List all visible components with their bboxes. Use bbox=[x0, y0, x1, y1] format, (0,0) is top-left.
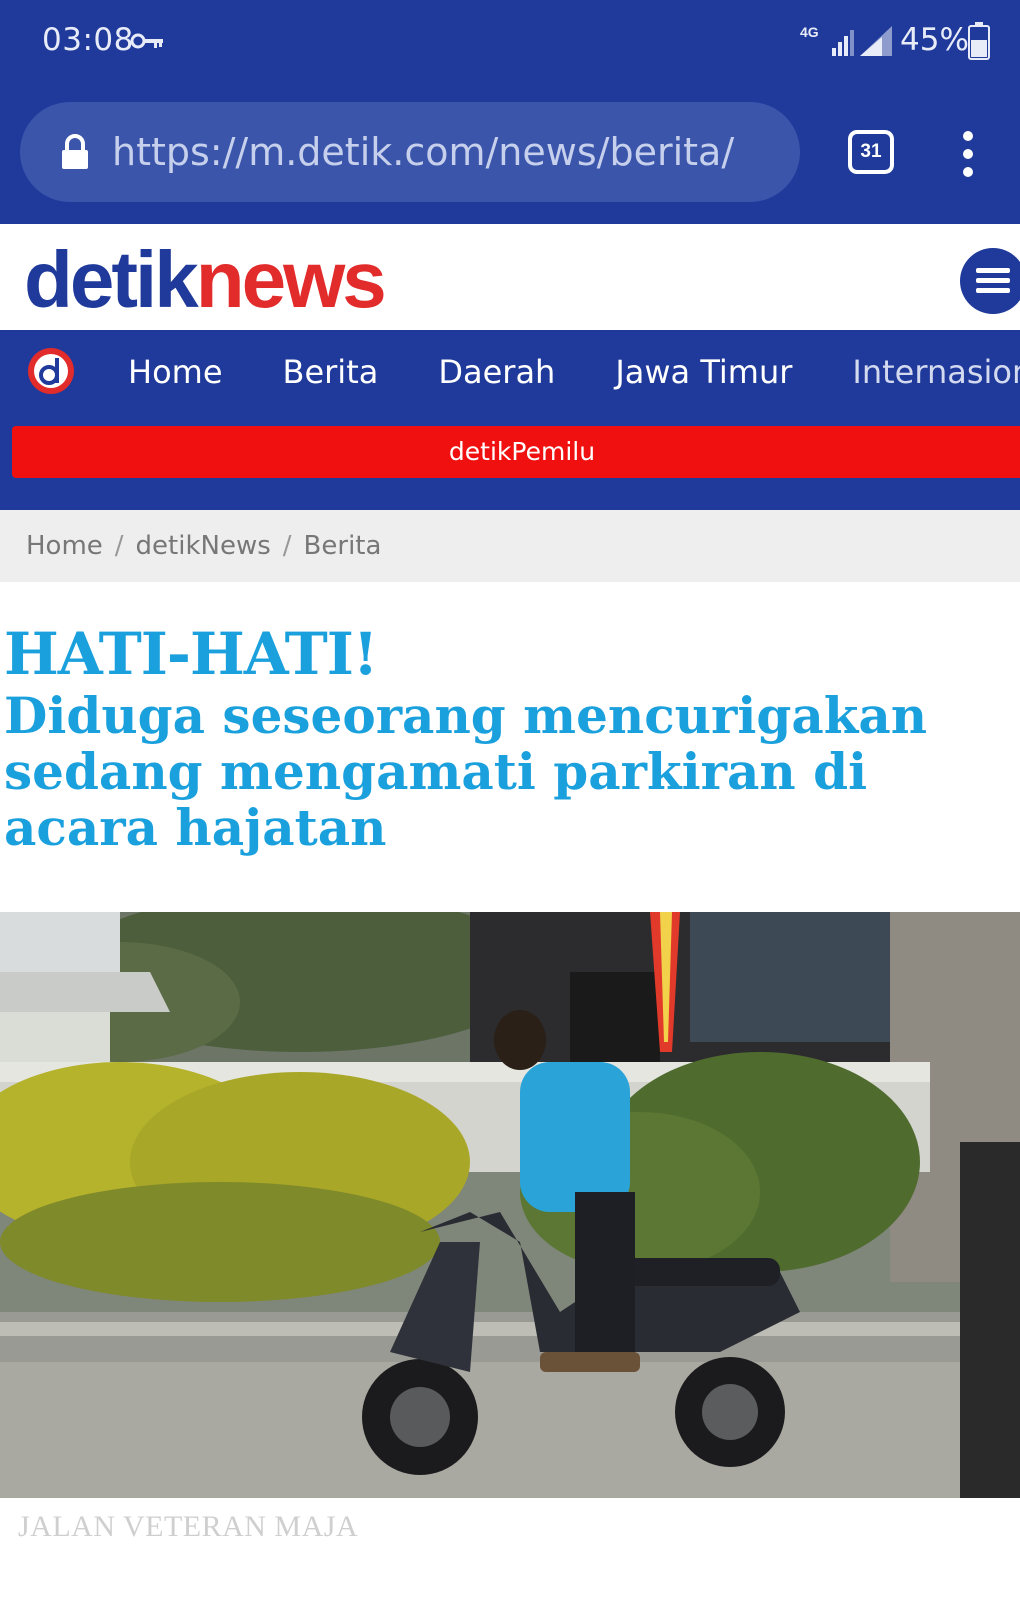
headline-line-1: Diduga seseorang mencurigakan bbox=[4, 686, 928, 745]
clock: 03:08 bbox=[42, 22, 134, 58]
status-bar: 03:08 4G 45% bbox=[0, 0, 1020, 88]
lock-icon bbox=[62, 134, 88, 169]
site-logo[interactable]: detiknews bbox=[24, 234, 387, 326]
browser-toolbar: https://m.detik.com/news/berita/ 31 bbox=[0, 88, 1020, 224]
nav-item-internasional[interactable]: Internasional bbox=[852, 330, 1020, 414]
detik-d-icon[interactable] bbox=[26, 346, 76, 396]
article-headline: HATI-HATI! Diduga seseorang mencurigakan… bbox=[4, 620, 1004, 856]
breadcrumb-home[interactable]: Home bbox=[26, 531, 103, 561]
hamburger-menu-button[interactable] bbox=[960, 248, 1020, 314]
breadcrumb-berita[interactable]: Berita bbox=[304, 531, 382, 561]
more-options-icon[interactable] bbox=[960, 130, 976, 178]
main-nav: Home Berita Daerah Jawa Timur Internasio… bbox=[0, 330, 1020, 414]
headline-line-3: acara hajatan bbox=[4, 798, 387, 857]
battery-percentage: 45% bbox=[900, 22, 969, 58]
photo-caption: JALAN VETERAN MAJA bbox=[18, 1510, 359, 1543]
logo-detik: detik bbox=[24, 235, 199, 324]
detikpemilu-banner[interactable]: detikPemilu bbox=[12, 426, 1020, 478]
signal-strength-icon bbox=[832, 26, 892, 56]
battery-icon bbox=[968, 22, 990, 60]
network-type: 4G bbox=[800, 24, 819, 40]
promo-bar-wrap: detikPemilu bbox=[0, 414, 1020, 510]
tab-switcher-button[interactable]: 31 bbox=[848, 130, 894, 174]
nav-item-home[interactable]: Home bbox=[128, 330, 223, 414]
nav-item-berita[interactable]: Berita bbox=[283, 330, 379, 414]
hamburger-icon bbox=[976, 268, 1010, 293]
logo-news: news bbox=[195, 235, 387, 324]
breadcrumb-separator: / bbox=[114, 531, 124, 561]
breadcrumb: Home / detikNews / Berita bbox=[0, 510, 1020, 582]
vpn-key-icon bbox=[130, 33, 163, 49]
headline-kicker: HATI-HATI! bbox=[4, 620, 378, 688]
breadcrumb-detiknews[interactable]: detikNews bbox=[136, 531, 271, 561]
site-header: detiknews bbox=[0, 224, 1020, 330]
address-bar[interactable]: https://m.detik.com/news/berita/ bbox=[20, 102, 800, 202]
nav-item-daerah[interactable]: Daerah bbox=[438, 330, 555, 414]
breadcrumb-separator: / bbox=[282, 531, 292, 561]
headline-line-2: sedang mengamati parkiran di bbox=[4, 742, 868, 801]
article-photo-scene bbox=[0, 912, 1020, 1498]
nav-items: Home Berita Daerah Jawa Timur Internasio… bbox=[128, 330, 1020, 414]
nav-item-jawa-timur[interactable]: Jawa Timur bbox=[615, 330, 792, 414]
url-text[interactable]: https://m.detik.com/news/berita/ bbox=[112, 130, 772, 174]
article-photo bbox=[0, 912, 1020, 1498]
